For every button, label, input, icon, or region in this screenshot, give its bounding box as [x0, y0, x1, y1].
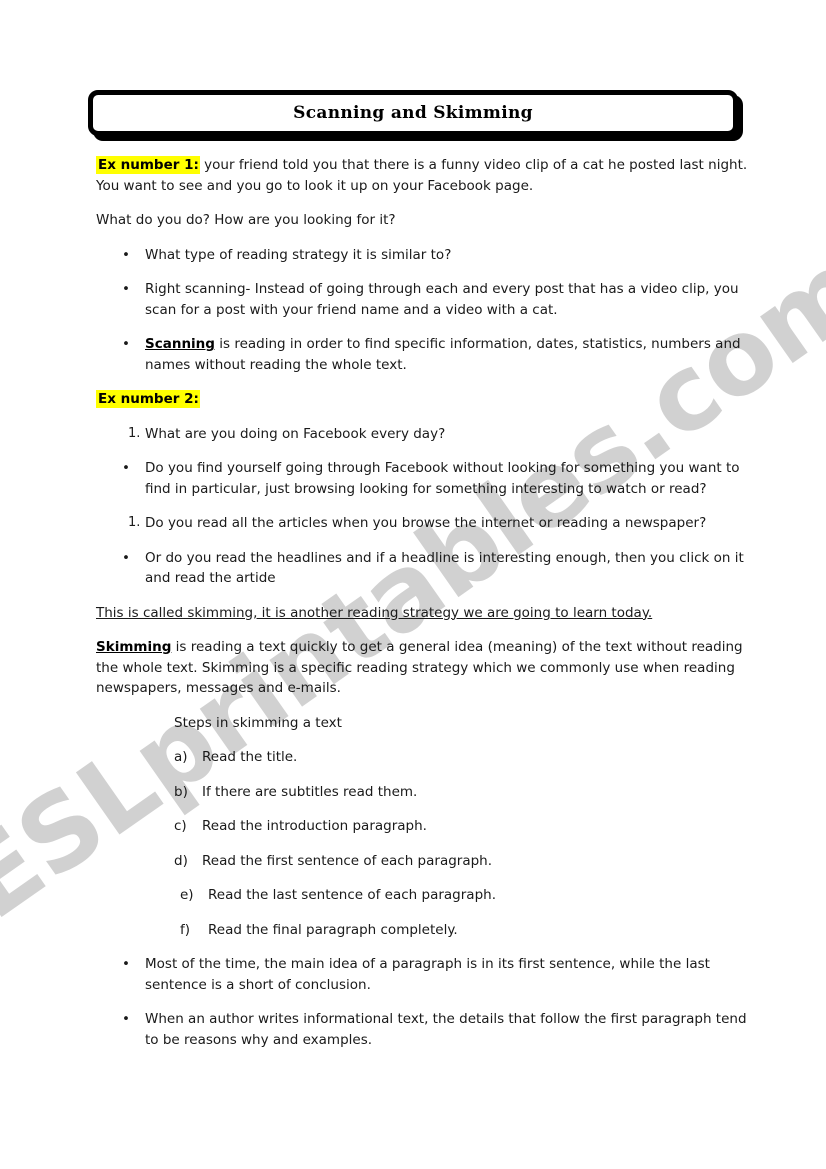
worksheet-page: ESLprintables.com Scanning and Skimming … — [0, 0, 826, 1169]
bullet-icon: • — [122, 336, 130, 352]
list-item-text: Right scanning- Instead of going through… — [145, 281, 739, 318]
list-item-text: Read the first sentence of each paragrap… — [202, 852, 493, 869]
ex1-question: What do you do? How are you looking for … — [96, 212, 396, 228]
step-marker: c) — [174, 818, 187, 834]
page-title: Scanning and Skimming — [293, 103, 533, 123]
step-marker: d) — [174, 852, 188, 869]
list-item: d) Read the first sentence of each parag… — [96, 851, 758, 872]
ex2-list: 1. What are you doing on Facebook every … — [96, 424, 758, 589]
list-item: 1. What are you doing on Facebook every … — [96, 424, 758, 445]
ex2-label: Ex number 2: — [96, 390, 200, 408]
list-item-text: Read the introduction paragraph. — [202, 818, 427, 834]
list-item-text: Read the title. — [202, 749, 298, 765]
list-item: f) Read the final paragraph completely. — [96, 920, 758, 941]
list-number: 1. — [128, 515, 141, 530]
bullet-icon: • — [122, 460, 130, 476]
list-item-text: Do you find yourself going through Faceb… — [145, 460, 740, 497]
scanning-term: Scanning — [145, 336, 215, 352]
list-item: • Do you find yourself going through Fac… — [96, 458, 758, 499]
ex1-label: Ex number 1: — [96, 156, 200, 174]
skimming-closing-bullets: • Most of the time, the main idea of a p… — [96, 954, 758, 1050]
list-number: 1. — [128, 425, 141, 441]
list-item: • Or do you read the headlines and if a … — [96, 548, 758, 589]
list-item: e) Read the last sentence of each paragr… — [96, 885, 758, 906]
ex1-intro-paragraph: Ex number 1: your friend told you that t… — [96, 155, 758, 196]
list-item: • Right scanning- Instead of going throu… — [96, 279, 758, 320]
list-item-text: is reading in order to find specific inf… — [145, 336, 741, 373]
step-marker: b) — [174, 783, 188, 800]
list-item: c) Read the introduction paragraph. — [96, 816, 758, 837]
skimming-term: Skimming — [96, 639, 172, 655]
list-item: a) Read the title. — [96, 747, 758, 768]
step-marker: e) — [180, 887, 194, 903]
document-body: Ex number 1: your friend told you that t… — [96, 155, 758, 1064]
list-item-text: Do you read all the articles when you br… — [145, 515, 707, 531]
ex1-bullet-list: • What type of reading strategy it is si… — [96, 245, 758, 376]
bullet-icon: • — [122, 1011, 130, 1027]
list-item: • What type of reading strategy it is si… — [96, 245, 758, 266]
ex2-heading: Ex number 2: — [96, 389, 758, 410]
list-item-text: Or do you read the headlines and if a he… — [145, 549, 744, 587]
list-item-text: When an author writes informational text… — [145, 1011, 747, 1048]
list-item-text: Read the final paragraph completely. — [208, 921, 458, 938]
skimming-steps-list: a) Read the title. b) If there are subti… — [96, 747, 758, 940]
list-item: • Scanning is reading in order to find s… — [96, 334, 758, 375]
bullet-icon: • — [122, 549, 130, 566]
skimming-callout: This is called skimming, it is another r… — [96, 603, 758, 624]
list-item-text: If there are subtitles read them. — [202, 783, 418, 800]
list-item-text: What are you doing on Facebook every day… — [145, 425, 446, 442]
steps-heading: Steps in skimming a text — [174, 714, 342, 731]
list-item-text: What type of reading strategy it is simi… — [145, 246, 452, 263]
bullet-icon: • — [122, 281, 130, 297]
list-item-text: Read the last sentence of each paragraph… — [208, 887, 496, 903]
list-item: • When an author writes informational te… — [96, 1009, 758, 1050]
bullet-icon: • — [122, 246, 130, 263]
bullet-icon: • — [122, 956, 130, 972]
step-marker: a) — [174, 749, 188, 765]
document-content: Scanning and Skimming Ex number 1: your … — [0, 0, 826, 1169]
list-item: b) If there are subtitles read them. — [96, 782, 758, 803]
skimming-definition-paragraph: Skimming is reading a text quickly to ge… — [96, 637, 758, 699]
skimming-callout-text: This is called skimming, it is another r… — [96, 604, 653, 621]
skimming-definition-text: is reading a text quickly to get a gener… — [96, 639, 743, 696]
title-banner: Scanning and Skimming — [88, 90, 743, 141]
list-item: 1. Do you read all the articles when you… — [96, 513, 758, 534]
list-item: • Most of the time, the main idea of a p… — [96, 954, 758, 995]
list-item-text: Most of the time, the main idea of a par… — [145, 956, 710, 993]
step-marker: f) — [180, 921, 191, 938]
title-banner-frame: Scanning and Skimming — [88, 90, 738, 136]
